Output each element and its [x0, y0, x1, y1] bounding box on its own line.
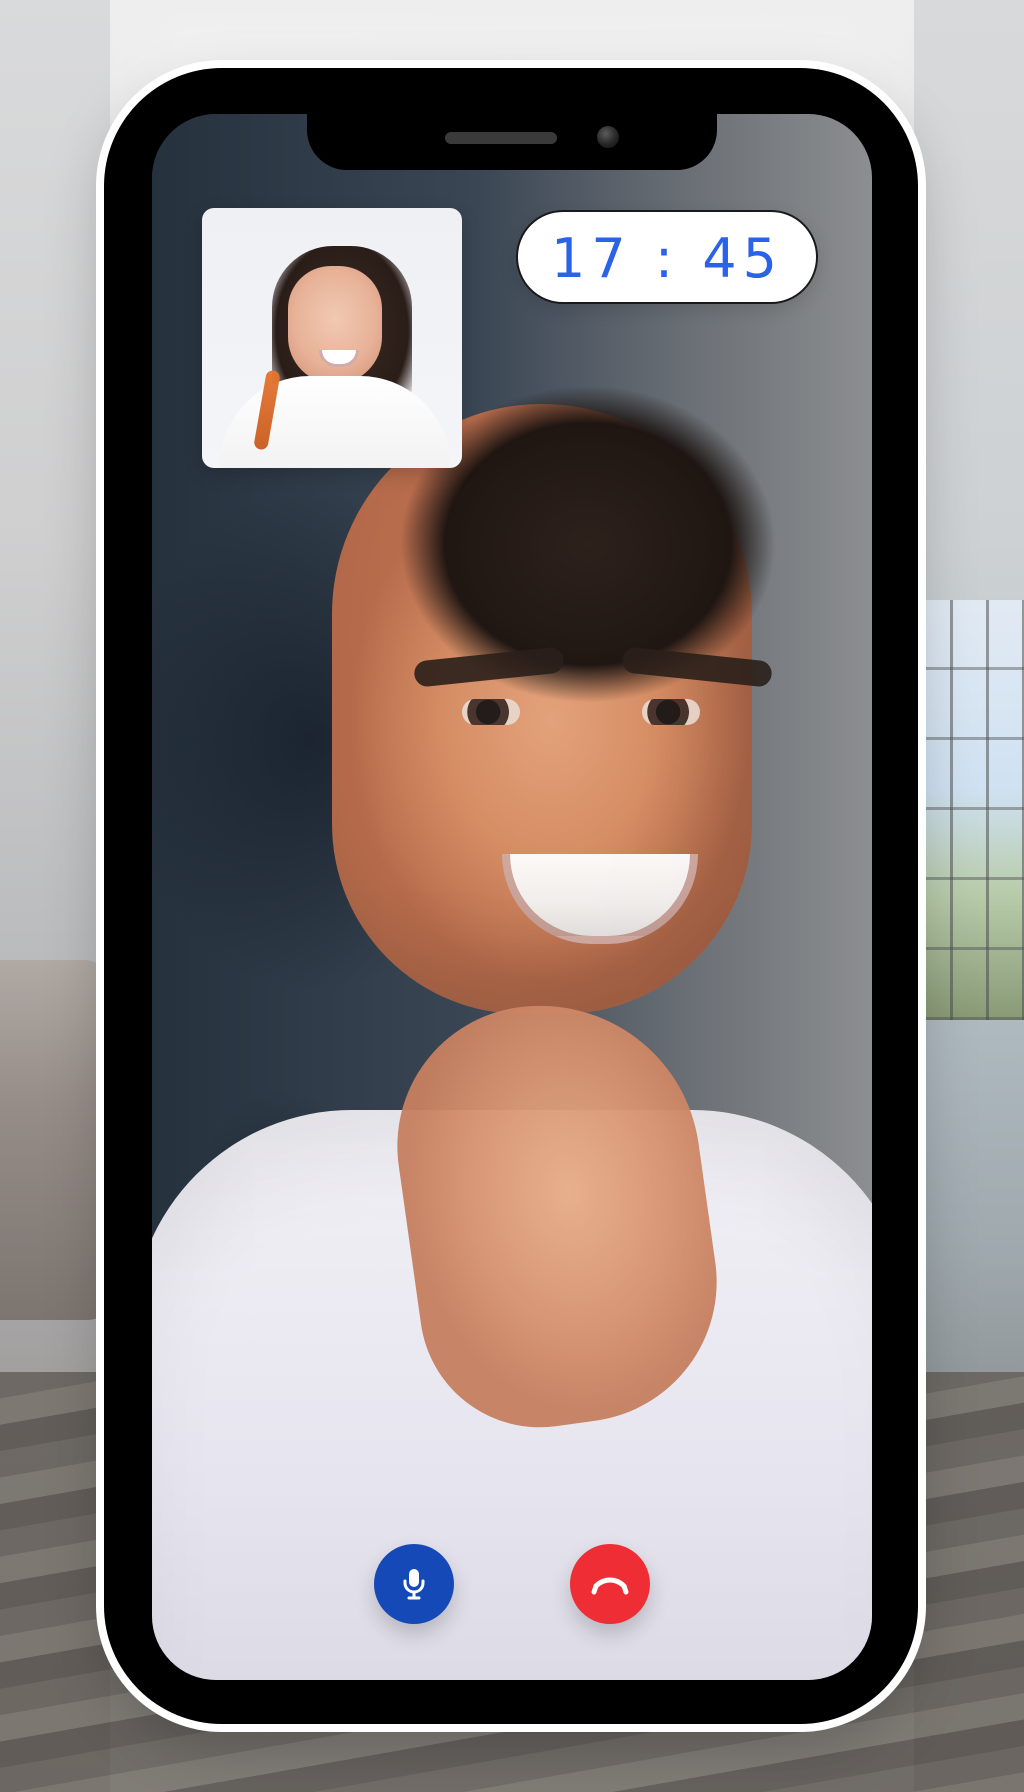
notch-speaker [445, 132, 557, 144]
self-shirt [220, 376, 450, 468]
remote-eye-left [462, 699, 520, 725]
end-call-icon [590, 1572, 630, 1596]
call-timer-text: 17 : 45 [551, 227, 783, 290]
window [914, 600, 1024, 1020]
phone-screen: 17 : 45 [152, 114, 872, 1680]
call-controls [152, 1544, 872, 1628]
self-view[interactable] [202, 208, 462, 468]
front-camera [597, 126, 619, 148]
phone: 17 : 45 [104, 68, 918, 1724]
sofa [0, 960, 110, 1320]
remote-eye-right [642, 699, 700, 725]
mic-icon [400, 1567, 428, 1601]
call-timer: 17 : 45 [516, 210, 818, 304]
notch [307, 114, 717, 170]
end-call-button[interactable] [570, 1544, 650, 1624]
mute-button[interactable] [374, 1544, 454, 1624]
